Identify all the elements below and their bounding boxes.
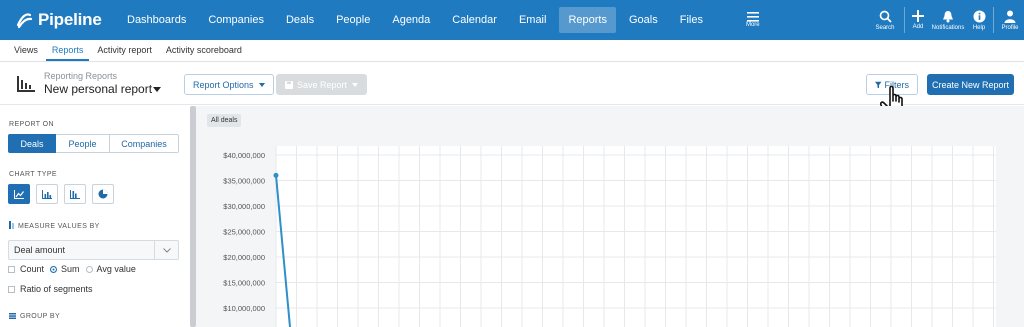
sum-radio[interactable]	[50, 265, 58, 273]
plot-background	[276, 146, 996, 327]
chevron-down-icon[interactable]	[153, 87, 161, 92]
chevron-down-icon	[154, 241, 178, 259]
y-tick-label: $30,000,000	[223, 202, 265, 211]
nav-tool-profile[interactable]: Profile	[996, 0, 1024, 40]
group-by-icon	[9, 313, 16, 319]
measure-values-label: MEASURE VALUES BY	[18, 223, 100, 230]
line-chart: $40,000,000 $35,000,000 $30,000,000 $25,000…	[223, 146, 996, 327]
save-report-label: Save Report	[297, 79, 348, 90]
nav-tool-label: Add	[912, 24, 924, 30]
avg-radio[interactable]	[85, 265, 93, 273]
nav-tools: Search Add Notifications Help Profile	[868, 0, 1024, 40]
group-by-label: GROUP BY	[20, 313, 61, 320]
subtab-activity-report[interactable]: Activity report	[91, 45, 158, 61]
y-tick-label: $10,000,000	[223, 304, 265, 313]
logo-text: Pipeline	[38, 10, 102, 29]
report-options-label: Report Options	[193, 79, 254, 90]
chart-type-pie[interactable]	[92, 184, 114, 204]
pie-chart-icon	[98, 189, 108, 199]
top-navigation: Pipeline Dashboards Companies Deals People A…	[0, 0, 1024, 40]
nav-tool-notifications[interactable]: Notifications	[929, 0, 967, 40]
subtab-reports[interactable]: Reports	[45, 45, 90, 61]
measure-icon	[9, 221, 14, 229]
save-icon	[285, 80, 293, 89]
avg-label: Avg value	[96, 264, 136, 274]
measure-select[interactable]: Deal amount	[8, 240, 179, 260]
y-tick-label: $25,000,000	[223, 228, 265, 237]
search-icon	[879, 10, 892, 23]
chevron-down-icon	[258, 82, 265, 87]
ratio-label: Ratio of segments	[20, 284, 93, 294]
bar-chart-icon	[42, 189, 52, 199]
report-on-people[interactable]: People	[56, 134, 110, 153]
nav-item-reports[interactable]: Reports	[559, 7, 616, 33]
nav-tool-label: Profile	[1001, 24, 1019, 31]
nav-item-calendar[interactable]: Calendar	[443, 7, 506, 33]
save-report-button[interactable]: Save Report	[276, 74, 368, 95]
report-on-label: REPORT ON	[9, 121, 54, 128]
report-options-button[interactable]: Report Options	[184, 74, 274, 95]
sum-label: Sum	[61, 264, 80, 274]
data-point[interactable]	[273, 172, 279, 178]
create-new-report-label: Create New Report	[931, 79, 1010, 90]
report-title[interactable]: New personal report	[44, 82, 152, 96]
column-chart-icon	[70, 189, 80, 199]
plus-icon	[912, 10, 924, 22]
report-header: Reporting Reports New personal report Re…	[0, 63, 1024, 121]
report-on-selector: Deals People Companies	[8, 134, 179, 153]
chart-type-label: CHART TYPE	[9, 171, 57, 178]
report-on-deals[interactable]: Deals	[8, 134, 56, 153]
nav-tool-search[interactable]: Search	[868, 0, 902, 40]
nav-divider	[993, 7, 994, 33]
pipeline-logo[interactable]: Pipeline	[14, 10, 118, 30]
report-icon	[17, 76, 35, 92]
nav-item-email[interactable]: Email	[510, 7, 556, 33]
ratio-checkbox[interactable]	[8, 285, 15, 293]
measure-select-value: Deal amount	[14, 245, 66, 255]
chevron-down-icon	[352, 82, 359, 87]
sub-navigation: Views Reports Activity report Activity scor…	[0, 40, 1024, 62]
count-label: Count	[20, 264, 45, 274]
nav-item-dashboards[interactable]: Dashboards	[118, 7, 195, 33]
chart-type-column[interactable]	[64, 184, 86, 204]
y-tick-label: $20,000,000	[223, 253, 265, 262]
ratio-option: Ratio of segments	[8, 284, 93, 294]
subtab-views[interactable]: Views	[8, 45, 44, 61]
y-tick-label: $35,000,000	[223, 177, 265, 186]
nav-divider	[904, 7, 905, 33]
nav-item-goals[interactable]: Goals	[620, 7, 667, 33]
nav-item-people[interactable]: People	[327, 7, 379, 33]
chart-type-line[interactable]	[8, 184, 30, 204]
info-icon	[973, 10, 985, 22]
nav-tool-add[interactable]: Add	[907, 0, 929, 40]
more-label: More	[745, 22, 760, 28]
nav-item-deals[interactable]: Deals	[277, 7, 323, 33]
logo-mark-icon	[14, 10, 34, 30]
nav-tool-help[interactable]: Help	[967, 0, 991, 40]
y-tick-label: $15,000,000	[223, 279, 265, 288]
user-icon	[1004, 10, 1016, 23]
bell-icon	[943, 10, 953, 22]
y-tick-label: $40,000,000	[223, 151, 265, 160]
nav-tool-label: Search	[875, 24, 895, 31]
breadcrumb[interactable]: Reporting Reports	[44, 71, 117, 81]
count-checkbox[interactable]	[8, 265, 15, 273]
report-on-companies[interactable]: Companies	[110, 134, 179, 153]
create-new-report-button[interactable]: Create New Report	[927, 74, 1014, 95]
chart-type-bar[interactable]	[36, 184, 58, 204]
nav-tool-label: Notifications	[931, 24, 965, 31]
nav-item-agenda[interactable]: Agenda	[383, 7, 439, 33]
nav-item-companies[interactable]: Companies	[199, 7, 273, 33]
more-menu[interactable]: More	[746, 12, 760, 28]
line-chart-icon	[14, 189, 24, 199]
hamburger-icon	[746, 12, 759, 22]
nav-item-files[interactable]: Files	[671, 7, 712, 33]
aggregation-options: Count Sum Avg value	[8, 264, 136, 274]
subtab-activity-scoreboard[interactable]: Activity scoreboard	[160, 45, 248, 61]
nav-tool-label: Help	[972, 24, 986, 31]
